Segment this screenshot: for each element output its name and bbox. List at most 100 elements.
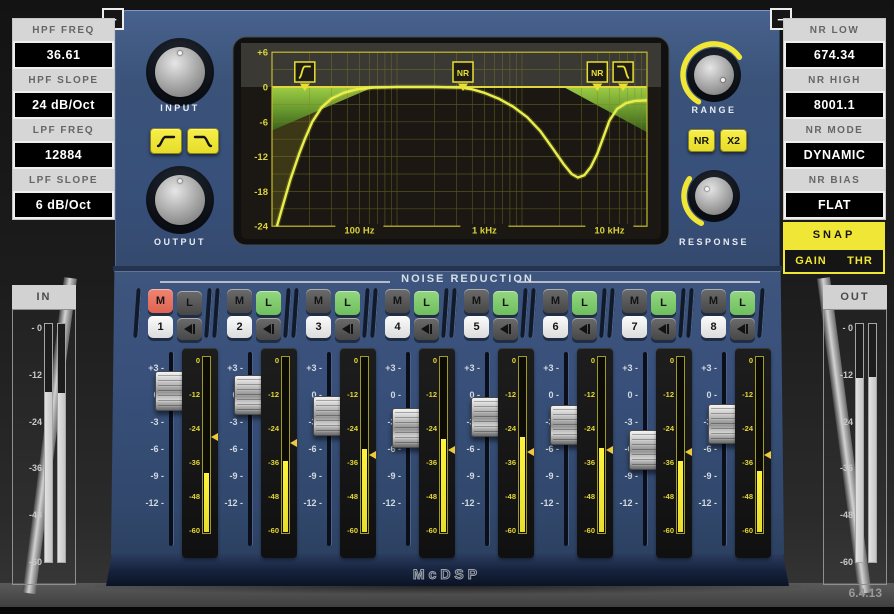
param-value[interactable]: 12884 bbox=[13, 141, 114, 169]
meter-scale-label: -12 bbox=[737, 390, 753, 399]
fader-scale-label: 0 bbox=[539, 390, 559, 400]
channel-1-listen-button[interactable]: L bbox=[177, 291, 202, 315]
channel-7-speaker-button[interactable] bbox=[651, 318, 676, 340]
speaker-icon bbox=[342, 324, 350, 334]
channel-3-listen-button[interactable]: L bbox=[335, 291, 360, 315]
channel-3-number-button[interactable]: 3 bbox=[306, 316, 331, 338]
channel-6-threshold-marker[interactable] bbox=[606, 446, 613, 454]
channel-8-speaker-button[interactable] bbox=[730, 318, 755, 340]
channel-8-listen-button[interactable]: L bbox=[730, 291, 755, 315]
meter-scale-label: 0 bbox=[500, 356, 516, 365]
channel-2-threshold-marker[interactable] bbox=[290, 439, 297, 447]
param-value[interactable]: 36.61 bbox=[13, 41, 114, 69]
x-tick-label: 1 kHz bbox=[472, 226, 497, 237]
channel-4-speaker-button[interactable] bbox=[414, 318, 439, 340]
fader-scale-label: -9 bbox=[223, 471, 243, 481]
channel-8-meter: 0-12-24-36-48-60 bbox=[735, 348, 771, 558]
x-tick-label: 10 kHz bbox=[594, 226, 624, 237]
meter-scale-label: -24 bbox=[737, 424, 753, 433]
output-knob[interactable] bbox=[146, 166, 214, 234]
meter-scale-label: -48 bbox=[263, 492, 279, 501]
param-value[interactable]: DYNAMIC bbox=[784, 141, 885, 169]
meter-scale-label: 0 bbox=[737, 356, 753, 365]
output-meter: OUT- 0-12-24-36-48-60 bbox=[823, 285, 887, 585]
hpf-enable-button[interactable] bbox=[150, 128, 182, 154]
meter-scale-label: -24 bbox=[342, 424, 358, 433]
channel-5-number-button[interactable]: 5 bbox=[464, 316, 489, 338]
nr-button[interactable]: NR bbox=[688, 129, 715, 152]
channel-5-speaker-button[interactable] bbox=[493, 318, 518, 340]
param-value[interactable]: 24 dB/Oct bbox=[13, 91, 114, 119]
channel-4-threshold-marker[interactable] bbox=[448, 446, 455, 454]
channel-8-threshold-marker[interactable] bbox=[764, 451, 771, 459]
meter-level-fill bbox=[520, 437, 525, 532]
gain-button[interactable]: GAIN bbox=[795, 255, 827, 267]
fader-scale-label: -9 bbox=[697, 471, 717, 481]
channel-3-mute-button[interactable]: M bbox=[306, 289, 331, 313]
param-value[interactable]: 8001.1 bbox=[784, 91, 885, 119]
channel-4-listen-button[interactable]: L bbox=[414, 291, 439, 315]
channel-6-number-button[interactable]: 6 bbox=[543, 316, 568, 338]
io-scale-label: -60 bbox=[829, 557, 853, 567]
channel-5-meter: 0-12-24-36-48-60 bbox=[498, 348, 534, 558]
meter-level-fill bbox=[678, 461, 683, 532]
input-knob[interactable] bbox=[146, 38, 214, 106]
speaker-icon bbox=[737, 324, 745, 334]
output-knob-face bbox=[155, 175, 205, 225]
range-knob[interactable] bbox=[687, 48, 741, 102]
channel-3-speaker-button[interactable] bbox=[335, 318, 360, 340]
fader-scale-label: -9 bbox=[539, 471, 559, 481]
channel-7-number-button[interactable]: 7 bbox=[622, 316, 647, 338]
io-meter-fill bbox=[58, 393, 65, 562]
io-scale-label: -12 bbox=[829, 370, 853, 380]
channel-1-speaker-button[interactable] bbox=[177, 318, 202, 340]
channel-4-mute-button[interactable]: M bbox=[385, 289, 410, 313]
channel-4-number-button[interactable]: 4 bbox=[385, 316, 410, 338]
channel-8-mute-button[interactable]: M bbox=[701, 289, 726, 313]
channel-7-threshold-marker[interactable] bbox=[685, 448, 692, 456]
channel-7-mute-button[interactable]: M bbox=[622, 289, 647, 313]
fader-scale-label: -12 bbox=[618, 498, 638, 508]
hpf-slope-icon bbox=[156, 133, 176, 149]
fader-scale-label: 0 bbox=[381, 390, 401, 400]
channel-5-listen-button[interactable]: L bbox=[493, 291, 518, 315]
channel-3-threshold-marker[interactable] bbox=[369, 451, 376, 459]
channel-1-mute-button[interactable]: M bbox=[148, 289, 173, 313]
meter-scale-label: -24 bbox=[658, 424, 674, 433]
thr-button[interactable]: THR bbox=[847, 255, 873, 267]
x2-button[interactable]: X2 bbox=[720, 129, 747, 152]
lpf-enable-button[interactable] bbox=[187, 128, 219, 154]
param-label: NR MODE bbox=[784, 119, 885, 141]
channel-6-listen-button[interactable]: L bbox=[572, 291, 597, 315]
snap-button[interactable]: SNAP bbox=[783, 222, 885, 248]
channel-8-number-button[interactable]: 8 bbox=[701, 316, 726, 338]
meter-scale-label: 0 bbox=[579, 356, 595, 365]
io-meter-fill bbox=[45, 392, 52, 562]
meter-scale-label: -60 bbox=[421, 526, 437, 535]
channel-6-mute-button[interactable]: M bbox=[543, 289, 568, 313]
param-value[interactable]: 674.34 bbox=[784, 41, 885, 69]
meter-scale-label: -36 bbox=[421, 458, 437, 467]
speaker-icon bbox=[263, 324, 271, 334]
channel-2-number-button[interactable]: 2 bbox=[227, 316, 252, 338]
channel-6-speaker-button[interactable] bbox=[572, 318, 597, 340]
input-knob-face bbox=[155, 47, 205, 97]
response-knob[interactable] bbox=[688, 170, 740, 222]
channel-1-number-button[interactable]: 1 bbox=[148, 316, 173, 338]
meter-scale-label: -24 bbox=[579, 424, 595, 433]
param-value[interactable]: 6 dB/Oct bbox=[13, 191, 114, 219]
channel-7-listen-button[interactable]: L bbox=[651, 291, 676, 315]
y-tick-label: +6 bbox=[257, 48, 268, 59]
meter-scale-label: -12 bbox=[421, 390, 437, 399]
channel-2-listen-button[interactable]: L bbox=[256, 291, 281, 315]
channel-2-mute-button[interactable]: M bbox=[227, 289, 252, 313]
channel-1-threshold-marker[interactable] bbox=[211, 433, 218, 441]
channel-5-mute-button[interactable]: M bbox=[464, 289, 489, 313]
param-value[interactable]: FLAT bbox=[784, 191, 885, 219]
y-tick-label: -24 bbox=[254, 222, 268, 233]
fader-scale-label: -9 bbox=[144, 471, 164, 481]
channel-2-speaker-button[interactable] bbox=[256, 318, 281, 340]
meter-bar-track bbox=[202, 356, 211, 534]
channel-5-threshold-marker[interactable] bbox=[527, 448, 534, 456]
output-knob-indicator bbox=[178, 179, 182, 183]
